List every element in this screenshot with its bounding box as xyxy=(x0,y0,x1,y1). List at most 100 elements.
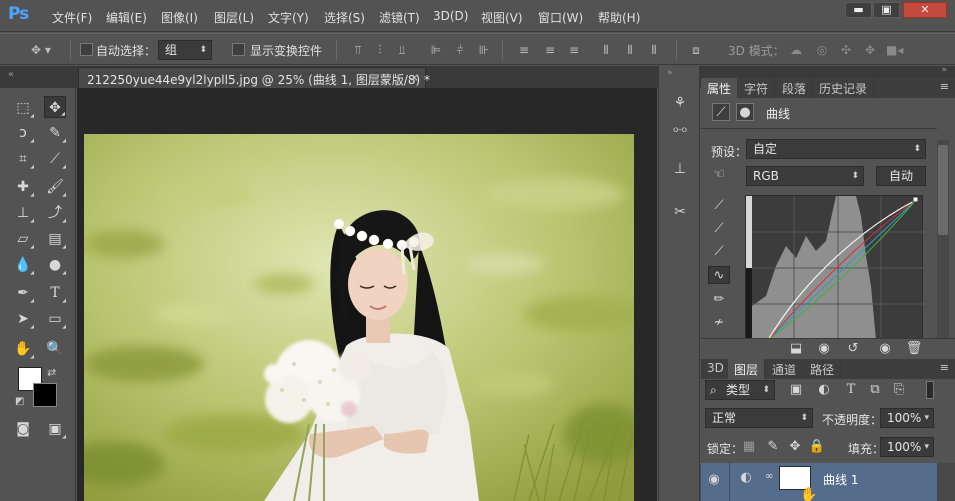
distribute-left-icon[interactable]: ⦀ xyxy=(598,42,614,58)
filter-pixel-icon[interactable]: ▣ xyxy=(787,381,805,399)
hand-tool-icon[interactable]: ✋ ◢ xyxy=(12,338,34,360)
trash-icon[interactable]: 🗑 xyxy=(905,340,923,358)
dodge-tool-icon[interactable]: ● ◢ xyxy=(44,254,66,276)
lock-all-icon[interactable]: 🔒 xyxy=(808,438,826,456)
menu-file[interactable]: 文件(F) xyxy=(52,9,92,26)
auto-select-dropdown[interactable]: 组 ⬍ xyxy=(158,40,212,60)
layer-mask-icon[interactable]: ● xyxy=(736,103,754,121)
smooth-curve-icon[interactable]: ≁ xyxy=(710,314,728,332)
menu-image[interactable]: 图像(I) xyxy=(161,9,198,26)
visibility-eye-icon[interactable]: ◉ xyxy=(876,340,894,358)
layers-scrollbar[interactable] xyxy=(937,463,955,501)
gradient-tool-icon[interactable]: ▤ ◢ xyxy=(44,228,66,250)
curves-graph[interactable] xyxy=(745,195,924,341)
opacity-field[interactable]: 100% ▾ xyxy=(880,408,934,428)
link-icon[interactable]: ∞ xyxy=(765,471,773,482)
menu-3d[interactable]: 3D(D) xyxy=(433,9,468,23)
clone-stamp-tool-icon[interactable]: ⊥ ◢ xyxy=(12,202,34,224)
brush-tool-icon[interactable]: 🖌 ◢ xyxy=(44,176,66,198)
menu-filter[interactable]: 滤镜(T) xyxy=(379,9,420,26)
filter-toggle[interactable] xyxy=(926,381,934,399)
quick-select-tool-icon[interactable]: ✎ ◢ xyxy=(44,122,66,144)
menu-edit[interactable]: 编辑(E) xyxy=(106,9,147,26)
collapse-icon[interactable]: » xyxy=(667,68,673,78)
align-top-icon[interactable]: ⫪ xyxy=(350,42,366,58)
eraser-tool-icon[interactable]: ▱ ◢ xyxy=(12,228,34,250)
filter-smart-object-icon[interactable]: ⎘ xyxy=(890,381,908,399)
3d-rotate-icon[interactable]: ☁ xyxy=(788,42,804,58)
layer-name[interactable]: 曲线 1 xyxy=(823,471,858,488)
tab-properties[interactable]: 属性 xyxy=(701,78,739,98)
pencil-draw-icon[interactable]: ✏ xyxy=(710,291,728,309)
view-previous-icon[interactable]: ◉ xyxy=(815,340,833,358)
3d-pan-icon[interactable]: ✣ xyxy=(838,42,854,58)
document-tab[interactable]: 212250yue44e9yl2lypll5.jpg @ 25% (曲线 1, … xyxy=(78,67,430,88)
clip-to-layer-icon[interactable]: ⬓ xyxy=(787,340,805,358)
close-button[interactable]: ✕ xyxy=(903,2,947,18)
blend-mode-dropdown[interactable]: 正常 ⬍ xyxy=(705,408,813,428)
menu-select[interactable]: 选择(S) xyxy=(324,9,365,26)
curve-edit-icon[interactable]: ∿ xyxy=(708,266,730,284)
3d-slide-icon[interactable]: ✥ xyxy=(862,42,878,58)
menu-layer[interactable]: 图层(L) xyxy=(214,9,254,26)
auto-button[interactable]: 自动 xyxy=(876,166,926,186)
filter-adjustment-icon[interactable]: ◐ xyxy=(815,381,833,399)
filter-shape-icon[interactable]: ⧉ xyxy=(866,381,884,399)
tab-3d[interactable]: 3D xyxy=(701,359,731,379)
toolbox-collapse-icon[interactable]: « xyxy=(0,66,76,88)
preset-dropdown[interactable]: 自定 ⬍ xyxy=(746,139,926,159)
healing-brush-tool-icon[interactable]: ✚ ◢ xyxy=(12,176,34,198)
swap-colors-icon[interactable]: ⇄ xyxy=(47,366,56,379)
quick-mask-icon[interactable]: ◙ xyxy=(12,418,34,440)
menu-help[interactable]: 帮助(H) xyxy=(598,9,640,26)
lock-position-icon[interactable]: ✥ xyxy=(786,438,804,456)
tab-paths[interactable]: 路径 xyxy=(804,359,842,379)
layer-filter-dropdown[interactable]: ⌕ 类型 ⬍ xyxy=(705,380,775,400)
tab-character[interactable]: 字符 xyxy=(738,78,776,98)
menu-type[interactable]: 文字(Y) xyxy=(268,9,309,26)
marquee-tool-icon[interactable]: ⬚ ◢ xyxy=(12,97,34,119)
tab-layers[interactable]: 图层 xyxy=(728,359,766,379)
tab-paragraph[interactable]: 段落 xyxy=(776,78,814,98)
eyedropper-tool-icon[interactable]: ⟋ ◢ xyxy=(44,148,66,170)
close-icon[interactable]: × xyxy=(410,71,419,84)
distribute-top-icon[interactable]: ≡ xyxy=(516,42,532,58)
distribute-right-icon[interactable]: ⦀ xyxy=(646,42,662,58)
collapse-icon[interactable]: » xyxy=(941,65,947,75)
path-select-tool-icon[interactable]: ➤ ◢ xyxy=(12,308,34,330)
filter-type-icon[interactable]: T xyxy=(842,381,860,399)
panel-menu-icon[interactable]: ≡ xyxy=(940,80,949,93)
type-tool-icon[interactable]: T ◢ xyxy=(44,282,66,304)
align-right-icon[interactable]: ⊪ xyxy=(476,42,492,58)
align-bottom-icon[interactable]: ⫫ xyxy=(394,42,410,58)
tab-channels[interactable]: 通道 xyxy=(766,359,804,379)
background-color-swatch[interactable] xyxy=(33,383,57,407)
lasso-tool-icon[interactable]: ↄ ◢ xyxy=(12,122,34,144)
history-brush-tool-icon[interactable]: ⤴ ◢ xyxy=(44,202,66,224)
gray-point-eyedropper-icon[interactable]: ⟋ xyxy=(710,220,728,238)
visibility-eye-icon[interactable]: ◉ xyxy=(705,471,723,489)
crop-tool-icon[interactable]: ⌗ ◢ xyxy=(12,148,34,170)
screen-mode-icon[interactable]: ▣ ◢ xyxy=(44,418,66,440)
sliders-icon[interactable]: ⧟ xyxy=(668,118,692,140)
stamp-icon[interactable]: ⊥ xyxy=(668,158,692,180)
default-colors-icon[interactable]: ◩ xyxy=(15,396,24,407)
3d-roll-icon[interactable]: ◎ xyxy=(814,42,830,58)
reset-icon[interactable]: ↺ xyxy=(844,340,862,358)
distribute-hcenter-icon[interactable]: ⦀ xyxy=(622,42,638,58)
blur-tool-icon[interactable]: 💧 ◢ xyxy=(12,254,34,276)
align-vcenter-icon[interactable]: ⫶ xyxy=(372,42,388,58)
distribute-vcenter-icon[interactable]: ≡ xyxy=(542,42,558,58)
document-photo[interactable] xyxy=(84,134,634,501)
zoom-tool-icon[interactable]: 🔍 xyxy=(44,338,66,360)
adjustments-brush-icon[interactable]: ⚘ xyxy=(668,92,692,114)
maximize-button[interactable]: ▣ xyxy=(873,2,900,18)
align-left-icon[interactable]: ⊫ xyxy=(428,42,444,58)
black-point-eyedropper-icon[interactable]: ⟋ xyxy=(710,197,728,215)
align-hcenter-icon[interactable]: ⫩ xyxy=(452,42,468,58)
channel-dropdown[interactable]: RGB ⬍ xyxy=(746,166,864,186)
distribute-bottom-icon[interactable]: ≡ xyxy=(566,42,582,58)
on-image-adjust-icon[interactable]: ☜ xyxy=(710,166,728,184)
pen-tool-icon[interactable]: ✒ ◢ xyxy=(12,282,34,304)
shape-tool-icon[interactable]: ▭ ◢ xyxy=(44,308,66,330)
